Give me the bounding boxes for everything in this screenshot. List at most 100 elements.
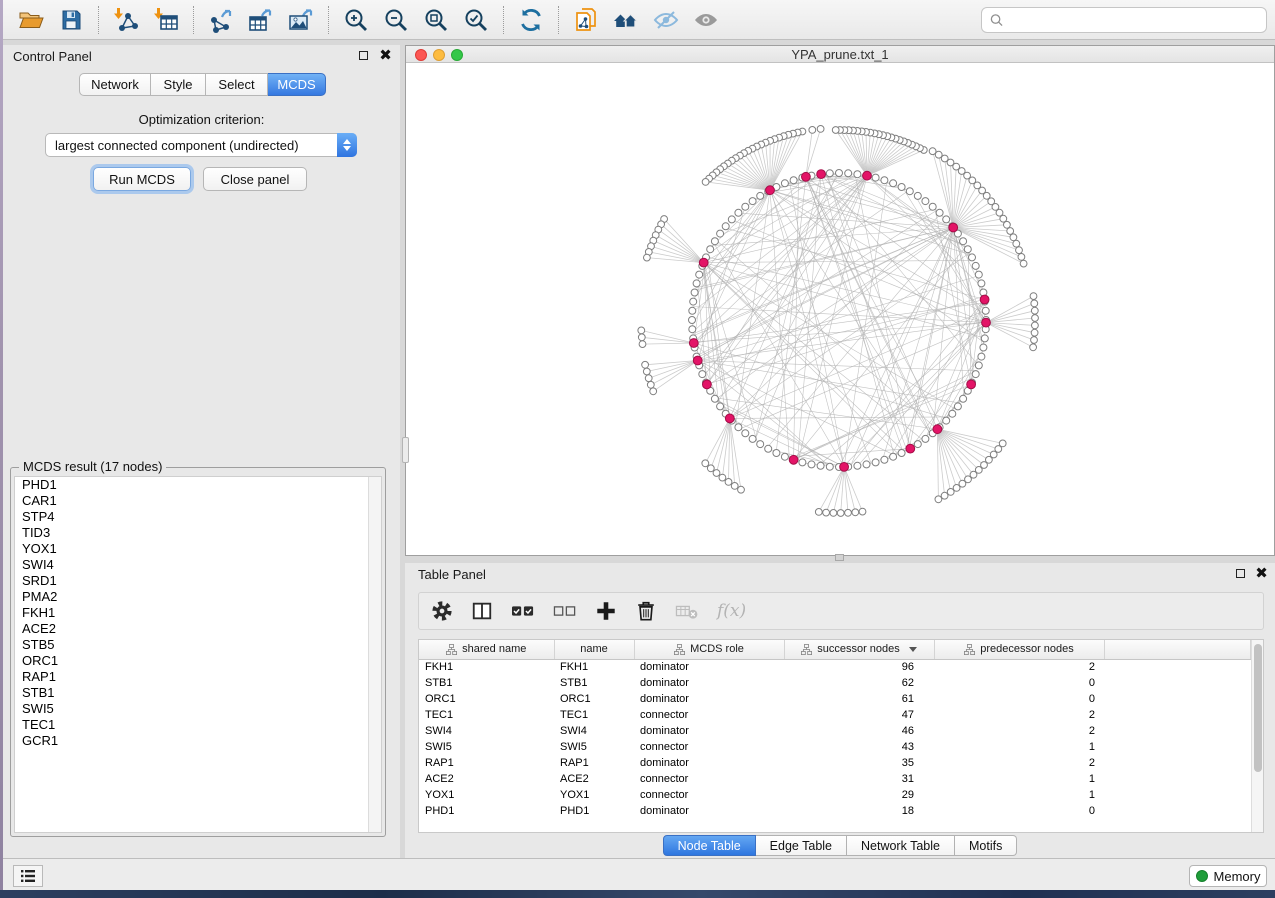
network-hub-node[interactable] — [863, 171, 872, 180]
column-header-shared-name[interactable]: shared name — [419, 640, 554, 659]
network-leaf-node[interactable] — [647, 381, 654, 388]
mcds-list-item[interactable]: GCR1 — [15, 733, 381, 749]
mcds-list-item[interactable]: ORC1 — [15, 653, 381, 669]
table-row[interactable]: SWI5SWI5connector431 — [419, 739, 1251, 755]
network-hub-node[interactable] — [982, 318, 991, 327]
memory-button[interactable]: Memory — [1189, 865, 1267, 887]
network-leaf-node[interactable] — [845, 509, 852, 516]
delete-column-icon[interactable] — [635, 600, 657, 622]
network-node[interactable] — [735, 209, 742, 216]
network-leaf-node[interactable] — [1031, 307, 1038, 314]
table-cell[interactable]: 18 — [784, 803, 934, 819]
close-table-panel-button[interactable]: ✖ — [1255, 567, 1268, 580]
table-scrollbar[interactable] — [1251, 640, 1263, 832]
mcds-list-item[interactable]: CAR1 — [15, 493, 381, 509]
network-node[interactable] — [981, 335, 988, 342]
network-leaf-node[interactable] — [823, 509, 830, 516]
mcds-list-item[interactable]: STB1 — [15, 685, 381, 701]
table-cell[interactable]: TEC1 — [419, 707, 554, 723]
mcds-list-item[interactable]: STB5 — [15, 637, 381, 653]
deselect-all-checkboxes-icon[interactable] — [553, 600, 577, 622]
table-cell[interactable]: 0 — [934, 691, 1104, 707]
table-cell[interactable]: 1 — [934, 787, 1104, 803]
network-leaf-node[interactable] — [1016, 247, 1023, 254]
table-cell[interactable]: SWI4 — [554, 723, 634, 739]
network-node[interactable] — [929, 203, 936, 210]
network-node[interactable] — [854, 171, 861, 178]
horizontal-splitter-handle[interactable] — [835, 554, 844, 561]
table-cell[interactable]: 1 — [934, 739, 1104, 755]
network-node[interactable] — [690, 298, 697, 305]
network-leaf-node[interactable] — [1031, 337, 1038, 344]
criterion-dropdown[interactable]: largest connected component (undirected) — [45, 133, 357, 157]
zoom-in-button[interactable] — [336, 3, 376, 37]
network-node[interactable] — [890, 180, 897, 187]
table-cell[interactable]: ACE2 — [419, 771, 554, 787]
close-panel-button[interactable]: ✖ — [379, 49, 392, 62]
network-node[interactable] — [799, 459, 806, 466]
network-node[interactable] — [781, 180, 788, 187]
network-node[interactable] — [898, 184, 905, 191]
network-leaf-node[interactable] — [837, 510, 844, 517]
network-hub-node[interactable] — [817, 170, 826, 179]
network-hub-node[interactable] — [693, 356, 702, 365]
refresh-view-button[interactable] — [511, 3, 551, 37]
network-hub-node[interactable] — [789, 455, 798, 464]
table-cell[interactable]: 61 — [784, 691, 934, 707]
table-cell[interactable]: ORC1 — [419, 691, 554, 707]
import-network-button[interactable] — [106, 3, 146, 37]
column-header-name[interactable]: name — [554, 640, 634, 659]
table-cell[interactable]: dominator — [634, 755, 784, 771]
table-cell[interactable]: 2 — [934, 659, 1104, 675]
table-cell[interactable]: connector — [634, 787, 784, 803]
network-node[interactable] — [978, 353, 985, 360]
network-node[interactable] — [914, 441, 921, 448]
network-leaf-node[interactable] — [852, 509, 859, 516]
network-graph[interactable] — [406, 63, 1274, 555]
network-leaf-node[interactable] — [929, 148, 936, 155]
mcds-list-item[interactable]: PMA2 — [15, 589, 381, 605]
mcds-list-item[interactable]: STP4 — [15, 509, 381, 525]
table-cell[interactable]: ORC1 — [554, 691, 634, 707]
network-leaf-node[interactable] — [1010, 234, 1017, 241]
network-node[interactable] — [975, 362, 982, 369]
network-node[interactable] — [954, 403, 961, 410]
column-header-mcds-role[interactable]: MCDS role — [634, 640, 784, 659]
network-node[interactable] — [898, 450, 905, 457]
mcds-list-item[interactable]: SWI4 — [15, 557, 381, 573]
network-hub-node[interactable] — [840, 463, 849, 472]
network-node[interactable] — [689, 326, 696, 333]
table-cell[interactable]: dominator — [634, 723, 784, 739]
network-node[interactable] — [922, 435, 929, 442]
network-leaf-node[interactable] — [738, 486, 745, 493]
table-row[interactable]: ORC1ORC1dominator610 — [419, 691, 1251, 707]
network-node[interactable] — [707, 246, 714, 253]
network-leaf-node[interactable] — [809, 127, 816, 134]
network-hub-node[interactable] — [689, 339, 698, 348]
network-leaf-node[interactable] — [999, 440, 1006, 447]
table-cell[interactable]: dominator — [634, 691, 784, 707]
network-node[interactable] — [826, 170, 833, 177]
network-node[interactable] — [757, 441, 764, 448]
network-node[interactable] — [854, 462, 861, 469]
table-cell[interactable]: TEC1 — [554, 707, 634, 723]
network-leaf-node[interactable] — [702, 179, 709, 186]
network-hub-node[interactable] — [980, 295, 989, 304]
export-image-button[interactable] — [281, 3, 321, 37]
tab-style[interactable]: Style — [151, 73, 206, 96]
network-leaf-node[interactable] — [1004, 221, 1011, 228]
table-cell[interactable]: 2 — [934, 723, 1104, 739]
tab-network-table[interactable]: Network Table — [847, 835, 955, 856]
mcds-list-item[interactable]: ACE2 — [15, 621, 381, 637]
network-hub-node[interactable] — [967, 380, 976, 389]
show-columns-icon[interactable] — [471, 600, 493, 622]
table-cell[interactable]: 31 — [784, 771, 934, 787]
tab-node-table[interactable]: Node Table — [663, 835, 756, 856]
network-hub-node[interactable] — [703, 380, 712, 389]
float-panel-button[interactable] — [357, 49, 370, 62]
network-node[interactable] — [808, 461, 815, 468]
network-leaf-node[interactable] — [645, 375, 652, 382]
network-leaf-node[interactable] — [1031, 329, 1038, 336]
network-node[interactable] — [975, 271, 982, 278]
network-node[interactable] — [872, 459, 879, 466]
